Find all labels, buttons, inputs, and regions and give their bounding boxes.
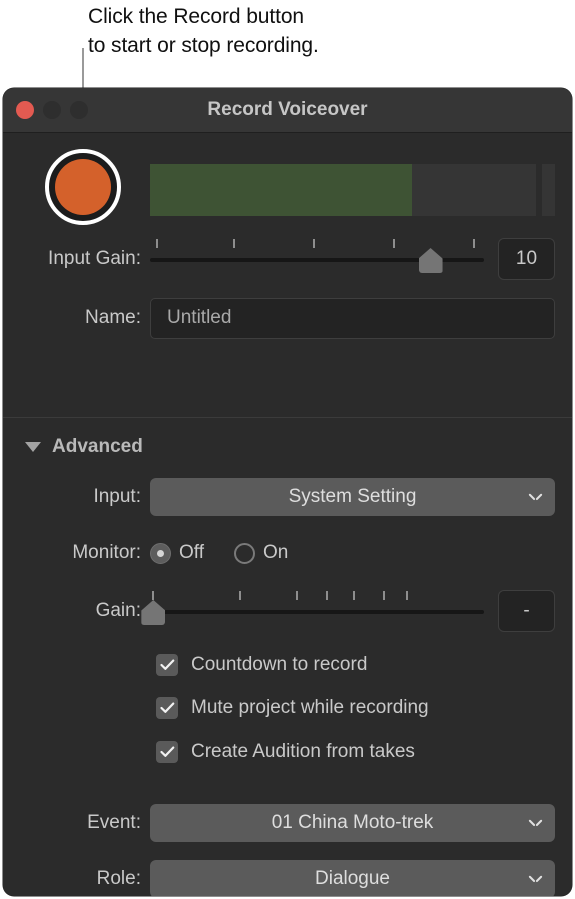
checkmark-icon <box>156 654 178 676</box>
role-label: Role: <box>96 868 141 889</box>
record-dot-icon <box>55 159 111 215</box>
checkbox-label: Mute project while recording <box>191 697 429 718</box>
monitor-radio-group: Off On <box>150 542 288 564</box>
slider-tick <box>295 591 298 600</box>
input-device-value: System Setting <box>288 486 417 507</box>
slider-tick <box>326 591 329 600</box>
event-value: 01 China Moto-trek <box>271 812 434 833</box>
window-titlebar: Record Voiceover <box>3 88 572 133</box>
slider-tick <box>392 239 395 248</box>
monitor-radio-on[interactable]: On <box>234 542 288 564</box>
checkbox-countdown-to-record[interactable]: Countdown to record <box>156 654 367 676</box>
name-input[interactable]: Untitled <box>150 297 555 339</box>
slider-tick <box>382 591 385 600</box>
checkbox-mute-project-while-recording[interactable]: Mute project while recording <box>156 697 429 719</box>
level-meter-peak-segment <box>542 164 555 216</box>
monitor-radio-off[interactable]: Off <box>150 542 204 564</box>
record-voiceover-window: Record Voiceover Input Gain: 10 Name: Un… <box>3 88 572 896</box>
input-gain-ticks <box>150 239 484 248</box>
monitor-off-label: Off <box>179 542 204 563</box>
advanced-label: Advanced <box>52 436 143 457</box>
checkbox-create-audition-from-takes[interactable]: Create Audition from takes <box>156 741 415 763</box>
triangle-down-icon[interactable] <box>25 442 41 452</box>
event-row: Event: 01 China Moto-trek <box>3 801 572 845</box>
slider-tick <box>406 591 409 600</box>
record-button[interactable] <box>45 149 121 225</box>
event-label: Event: <box>87 812 141 833</box>
checkmark-icon <box>156 741 178 763</box>
role-value: Dialogue <box>315 868 390 889</box>
chevron-down-icon <box>530 819 541 826</box>
monitor-gain-track <box>150 610 484 614</box>
role-row: Role: Dialogue <box>3 857 572 896</box>
monitor-row: Monitor: Off On <box>3 533 572 573</box>
event-dropdown[interactable]: 01 China Moto-trek <box>150 804 555 842</box>
input-gain-row: Input Gain: 10 <box>3 235 572 283</box>
monitor-label: Monitor: <box>72 542 141 563</box>
slider-tick <box>232 239 235 248</box>
callout-text: Click the Record button to start or stop… <box>88 5 319 57</box>
window-title: Record Voiceover <box>207 99 368 120</box>
slider-tick <box>152 591 155 600</box>
chevron-down-icon <box>530 875 541 882</box>
monitor-gain-row: Gain: - <box>3 587 572 635</box>
input-device-label: Input: <box>93 486 141 507</box>
level-meter-track <box>150 164 536 216</box>
level-meter-fill <box>150 164 413 216</box>
radio-selected-icon <box>150 542 171 564</box>
monitor-gain-slider[interactable] <box>141 589 484 633</box>
name-row: Name: Untitled <box>3 294 572 342</box>
monitor-gain-label: Gain: <box>95 600 141 621</box>
slider-tick <box>155 239 158 248</box>
input-gain-value[interactable]: 10 <box>498 238 555 280</box>
slider-tick <box>472 239 475 248</box>
slider-tick <box>312 239 315 248</box>
input-gain-thumb[interactable] <box>418 248 443 273</box>
checkbox-label: Create Audition from takes <box>191 741 415 762</box>
input-device-dropdown[interactable]: System Setting <box>150 478 555 516</box>
role-dropdown[interactable]: Dialogue <box>150 860 555 896</box>
input-device-row: Input: System Setting <box>3 475 572 519</box>
checkbox-label: Countdown to record <box>191 654 368 675</box>
monitor-gain-value[interactable]: - <box>498 590 555 632</box>
input-gain-label: Input Gain: <box>48 248 141 269</box>
radio-unselected-icon <box>234 542 255 564</box>
checkmark-icon <box>156 697 178 719</box>
slider-tick <box>352 591 355 600</box>
input-gain-slider[interactable] <box>150 237 484 281</box>
name-label: Name: <box>85 307 141 328</box>
level-meter <box>150 164 555 216</box>
record-and-meter-row <box>3 143 572 231</box>
callout-annotation: Click the Record button to start or stop… <box>0 0 575 160</box>
chevron-down-icon <box>530 493 541 500</box>
window-content: Input Gain: 10 Name: Untitled Advanced I… <box>3 133 572 896</box>
monitor-on-label: On <box>263 542 289 563</box>
monitor-gain-ticks <box>150 591 484 600</box>
advanced-disclosure-header[interactable]: Advanced <box>25 436 143 458</box>
slider-tick <box>239 591 242 600</box>
section-separator <box>3 417 572 418</box>
